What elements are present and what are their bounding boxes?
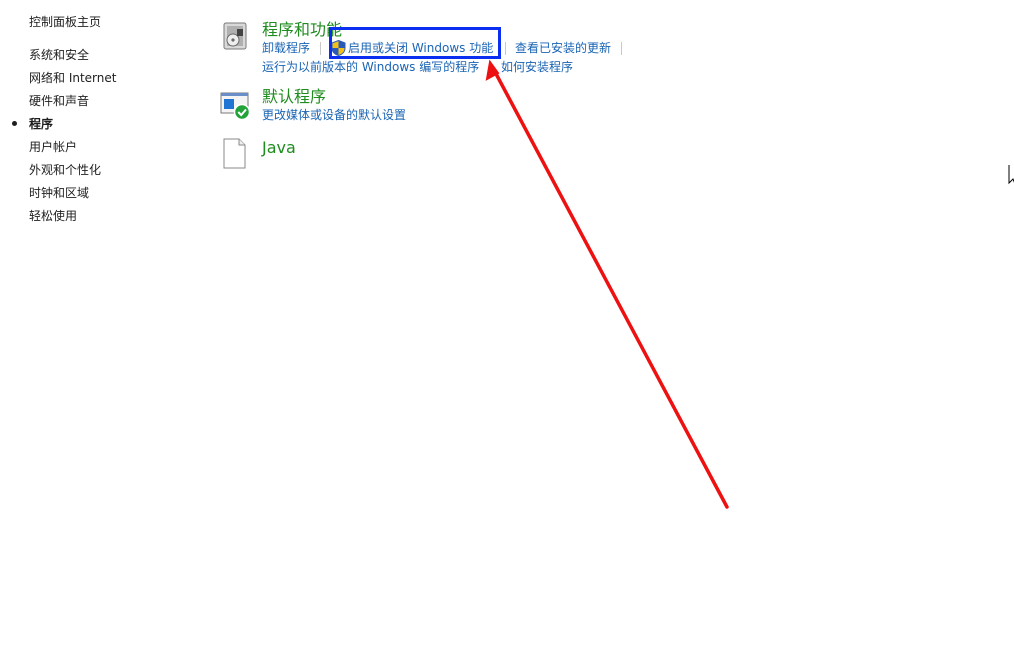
java-title[interactable]: Java xyxy=(262,138,296,158)
nav-item-hardware-sound[interactable]: 硬件和声音 xyxy=(29,93,89,109)
separator xyxy=(490,61,491,74)
current-item-bullet-icon xyxy=(12,121,17,126)
separator xyxy=(621,42,622,55)
nav-item-clock-region[interactable]: 时钟和区域 xyxy=(29,185,89,201)
nav-home[interactable]: 控制面板主页 xyxy=(29,14,101,30)
nav-item-network[interactable]: 网络和 Internet xyxy=(29,70,116,86)
nav-item-system-security[interactable]: 系统和安全 xyxy=(29,47,89,63)
nav-item-ease-of-access[interactable]: 轻松使用 xyxy=(29,208,77,224)
uninstall-program-link[interactable]: 卸载程序 xyxy=(262,40,310,56)
nav-item-appearance[interactable]: 外观和个性化 xyxy=(29,162,101,178)
mouse-pointer-icon xyxy=(1008,164,1014,189)
nav-item-programs[interactable]: 程序 xyxy=(29,116,53,132)
highlight-box xyxy=(329,27,501,59)
default-programs-icon xyxy=(220,87,252,124)
programs-features-icon xyxy=(220,20,250,57)
java-file-icon xyxy=(220,138,250,173)
how-to-install-link[interactable]: 如何安装程序 xyxy=(501,59,573,75)
separator xyxy=(505,42,506,55)
view-installed-updates-link[interactable]: 查看已安装的更新 xyxy=(515,40,611,56)
change-defaults-link[interactable]: 更改媒体或设备的默认设置 xyxy=(262,107,406,123)
red-arrow-annotation xyxy=(485,59,729,509)
run-older-programs-link[interactable]: 运行为以前版本的 Windows 编写的程序 xyxy=(262,59,479,75)
nav-item-user-accounts[interactable]: 用户帐户 xyxy=(29,139,77,155)
default-programs-title[interactable]: 默认程序 xyxy=(262,87,326,107)
separator xyxy=(320,42,321,55)
